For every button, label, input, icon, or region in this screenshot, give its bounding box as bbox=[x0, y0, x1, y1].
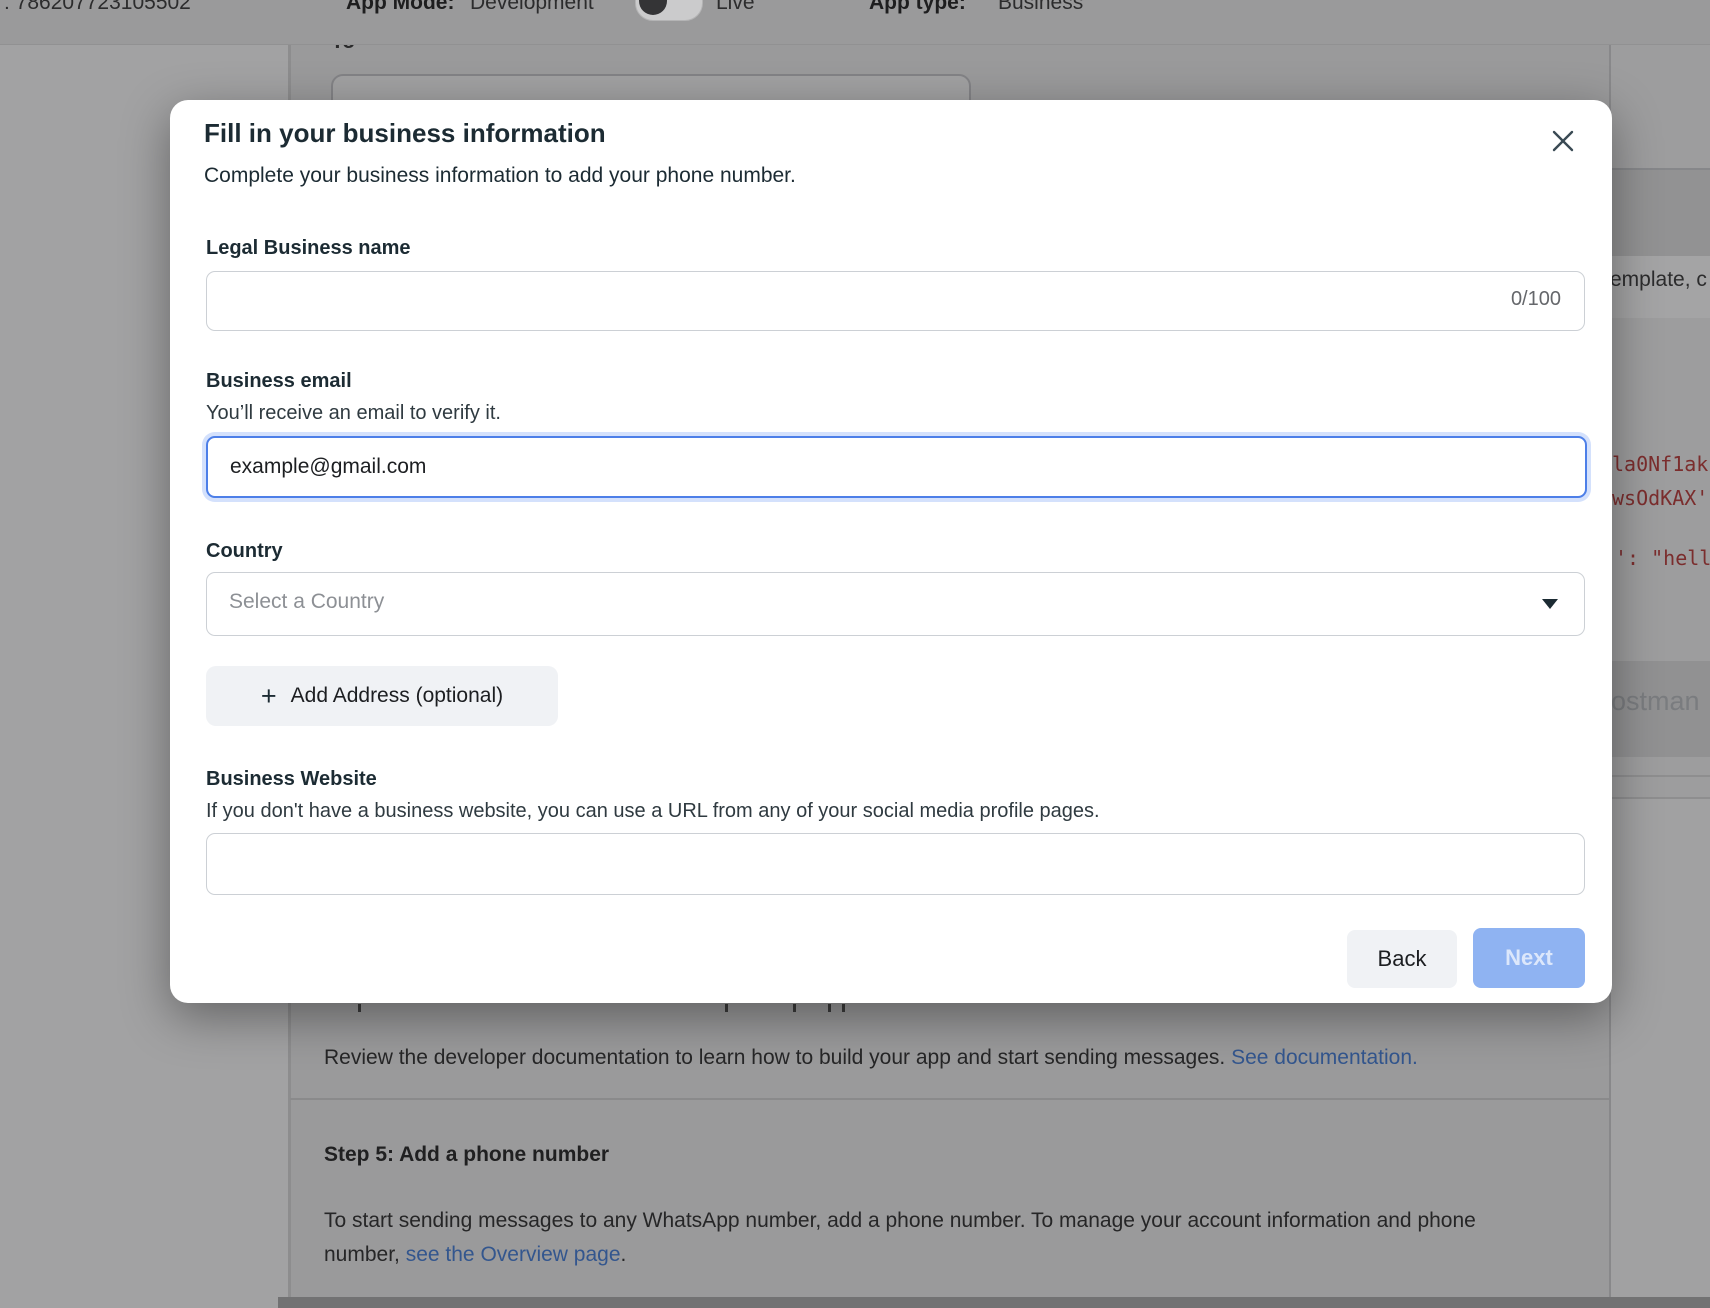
modal-title: Fill in your business information bbox=[204, 118, 606, 149]
back-button[interactable]: Back bbox=[1347, 930, 1457, 988]
app-id-fragment: : 786207723105502 bbox=[4, 0, 191, 15]
step5-body: To start sending messages to any WhatsAp… bbox=[324, 1204, 1514, 1272]
code-fragment-1: la0Nf1ak bbox=[1612, 452, 1708, 476]
website-label: Business Website bbox=[206, 768, 377, 791]
app-mode-label: App Mode: bbox=[346, 0, 454, 15]
step5-heading: Step 5: Add a phone number bbox=[324, 1143, 609, 1167]
website-input[interactable] bbox=[206, 833, 1585, 895]
modal-subtitle: Complete your business information to ad… bbox=[204, 164, 796, 188]
code-fragment-2: wsOdKAX' bbox=[1612, 486, 1708, 510]
email-helper: You’ll receive an email to verify it. bbox=[206, 402, 501, 425]
add-address-label: Add Address (optional) bbox=[291, 684, 503, 708]
bottom-page-strip bbox=[278, 1297, 1710, 1308]
email-label: Business email bbox=[206, 370, 352, 393]
country-label: Country bbox=[206, 540, 283, 563]
website-helper: If you don't have a business website, yo… bbox=[206, 800, 1100, 823]
template-text-fragment: emplate, c bbox=[1610, 268, 1707, 292]
app-type-label: App type: bbox=[869, 0, 966, 15]
legal-name-label: Legal Business name bbox=[206, 237, 411, 260]
app-mode-toggle[interactable] bbox=[635, 0, 703, 21]
add-address-button[interactable]: + Add Address (optional) bbox=[206, 666, 558, 726]
page: To : 786207723105502 App Mode: Developme… bbox=[0, 0, 1710, 1308]
next-button[interactable]: Next bbox=[1473, 928, 1585, 988]
overview-page-link[interactable]: see the Overview page bbox=[406, 1243, 621, 1266]
right-panel-band-dark bbox=[1611, 168, 1710, 258]
live-label: Live bbox=[716, 0, 755, 15]
section-divider bbox=[290, 1098, 1609, 1100]
legal-name-input[interactable] bbox=[206, 271, 1585, 331]
close-icon bbox=[1548, 126, 1578, 156]
email-field[interactable] bbox=[206, 436, 1587, 498]
close-button[interactable] bbox=[1548, 126, 1578, 156]
right-panel-band-lower bbox=[1611, 799, 1710, 1297]
step5-body-period: . bbox=[621, 1243, 627, 1266]
business-info-modal: Fill in your business information Comple… bbox=[170, 100, 1612, 1003]
plus-icon: + bbox=[261, 683, 277, 710]
code-fragment-3: ': "hell bbox=[1615, 546, 1710, 570]
review-docs-text: Review the developer documentation to le… bbox=[324, 1046, 1418, 1070]
country-placeholder: Select a Country bbox=[229, 590, 384, 614]
right-panel-line bbox=[1611, 775, 1710, 777]
see-documentation-link[interactable]: See documentation. bbox=[1231, 1046, 1418, 1069]
toggle-knob-icon bbox=[639, 0, 667, 15]
app-type-value: Business bbox=[998, 0, 1083, 15]
app-mode-value: Development bbox=[470, 0, 594, 15]
topbar bbox=[0, 0, 1710, 45]
review-docs-body: Review the developer documentation to le… bbox=[324, 1046, 1231, 1069]
postman-text-fragment: ostman bbox=[1611, 686, 1700, 717]
country-select[interactable]: Select a Country bbox=[206, 572, 1585, 636]
chevron-down-icon bbox=[1542, 599, 1558, 609]
